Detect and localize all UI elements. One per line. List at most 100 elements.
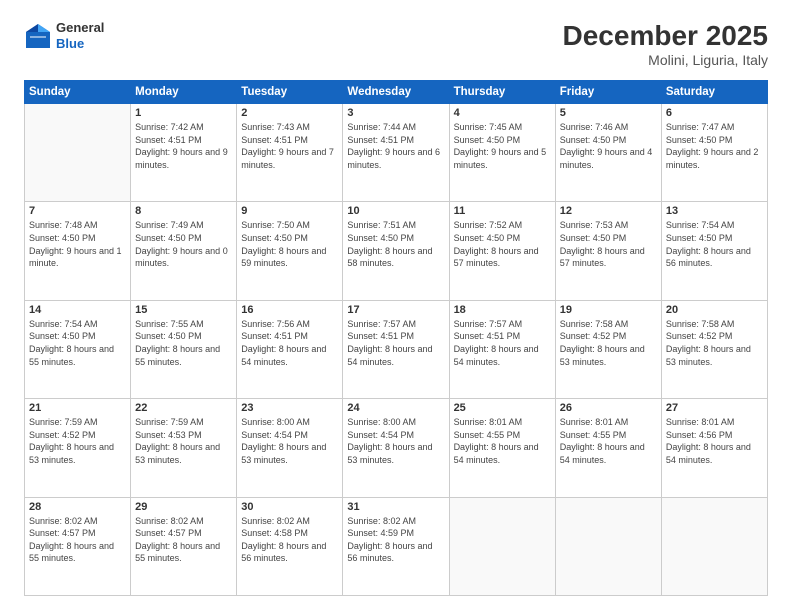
day-info: Sunrise: 7:51 AMSunset: 4:50 PMDaylight:… <box>347 219 444 269</box>
day-number: 26 <box>560 402 657 414</box>
calendar-cell: 27Sunrise: 8:01 AMSunset: 4:56 PMDayligh… <box>661 399 767 497</box>
logo-general: General <box>56 20 104 36</box>
day-info: Sunrise: 7:54 AMSunset: 4:50 PMDaylight:… <box>29 318 126 368</box>
weekday-header-tuesday: Tuesday <box>237 81 343 104</box>
calendar-cell: 1Sunrise: 7:42 AMSunset: 4:51 PMDaylight… <box>131 104 237 202</box>
day-number: 15 <box>135 304 232 316</box>
day-number: 13 <box>666 205 763 217</box>
calendar-cell <box>555 497 661 595</box>
day-info: Sunrise: 7:53 AMSunset: 4:50 PMDaylight:… <box>560 219 657 269</box>
calendar-cell: 7 Sunrise: 7:48 AMSunset: 4:50 PMDaylight… <box>25 202 131 300</box>
calendar-cell <box>661 497 767 595</box>
weekday-header-saturday: Saturday <box>661 81 767 104</box>
day-info: Sunrise: 8:02 AMSunset: 4:57 PMDaylight:… <box>29 515 126 565</box>
calendar-cell: 6Sunrise: 7:47 AMSunset: 4:50 PMDaylight… <box>661 104 767 202</box>
day-number: 3 <box>347 107 444 119</box>
calendar-cell: 3 Sunrise: 7:44 AMSunset: 4:51 PMDaylight… <box>343 104 449 202</box>
calendar-cell: 13 Sunrise: 7:54 AMSunset: 4:50 PMDayligh… <box>661 202 767 300</box>
calendar-cell: 14 Sunrise: 7:54 AMSunset: 4:50 PMDayligh… <box>25 300 131 398</box>
day-number: 11 <box>454 205 551 217</box>
calendar-cell: 19Sunrise: 7:58 AMSunset: 4:52 PMDayligh… <box>555 300 661 398</box>
day-info: Sunrise: 7:58 AMSunset: 4:52 PMDaylight:… <box>666 318 763 368</box>
day-info: Sunrise: 7:49 AMSunset: 4:50 PMDaylight:… <box>135 219 232 269</box>
day-number: 1 <box>135 107 232 119</box>
day-info: Sunrise: 8:00 AMSunset: 4:54 PMDaylight:… <box>241 416 338 466</box>
day-number: 27 <box>666 402 763 414</box>
calendar-cell: 28 Sunrise: 8:02 AMSunset: 4:57 PMDayligh… <box>25 497 131 595</box>
day-number: 29 <box>135 501 232 513</box>
day-info: Sunrise: 7:55 AMSunset: 4:50 PMDaylight:… <box>135 318 232 368</box>
calendar-cell: 23Sunrise: 8:00 AMSunset: 4:54 PMDayligh… <box>237 399 343 497</box>
calendar-cell: 22Sunrise: 7:59 AMSunset: 4:53 PMDayligh… <box>131 399 237 497</box>
calendar-table: SundayMondayTuesdayWednesdayThursdayFrid… <box>24 80 768 596</box>
day-info: Sunrise: 8:02 AMSunset: 4:58 PMDaylight:… <box>241 515 338 565</box>
day-number: 9 <box>241 205 338 217</box>
week-row-3: 14 Sunrise: 7:54 AMSunset: 4:50 PMDayligh… <box>25 300 768 398</box>
calendar-cell: 24Sunrise: 8:00 AMSunset: 4:54 PMDayligh… <box>343 399 449 497</box>
day-info: Sunrise: 8:01 AMSunset: 4:55 PMDaylight:… <box>454 416 551 466</box>
calendar-cell: 9 Sunrise: 7:50 AMSunset: 4:50 PMDaylight… <box>237 202 343 300</box>
calendar-cell: 26 Sunrise: 8:01 AMSunset: 4:55 PMDayligh… <box>555 399 661 497</box>
day-number: 16 <box>241 304 338 316</box>
weekday-header-wednesday: Wednesday <box>343 81 449 104</box>
day-info: Sunrise: 7:45 AMSunset: 4:50 PMDaylight:… <box>454 121 551 171</box>
calendar-cell: 11 Sunrise: 7:52 AMSunset: 4:50 PMDayligh… <box>449 202 555 300</box>
day-number: 10 <box>347 205 444 217</box>
day-number: 24 <box>347 402 444 414</box>
calendar-cell: 31 Sunrise: 8:02 AMSunset: 4:59 PMDayligh… <box>343 497 449 595</box>
day-number: 31 <box>347 501 444 513</box>
day-info: Sunrise: 7:57 AMSunset: 4:51 PMDaylight:… <box>347 318 444 368</box>
day-info: Sunrise: 7:57 AMSunset: 4:51 PMDaylight:… <box>454 318 551 368</box>
calendar-cell: 21Sunrise: 7:59 AMSunset: 4:52 PMDayligh… <box>25 399 131 497</box>
day-info: Sunrise: 7:54 AMSunset: 4:50 PMDaylight:… <box>666 219 763 269</box>
calendar-cell <box>25 104 131 202</box>
day-number: 5 <box>560 107 657 119</box>
day-info: Sunrise: 7:59 AMSunset: 4:52 PMDaylight:… <box>29 416 126 466</box>
calendar-cell: 4Sunrise: 7:45 AMSunset: 4:50 PMDaylight… <box>449 104 555 202</box>
day-number: 18 <box>454 304 551 316</box>
weekday-header-row: SundayMondayTuesdayWednesdayThursdayFrid… <box>25 81 768 104</box>
week-row-5: 28 Sunrise: 8:02 AMSunset: 4:57 PMDayligh… <box>25 497 768 595</box>
location: Molini, Liguria, Italy <box>563 52 768 68</box>
day-number: 25 <box>454 402 551 414</box>
weekday-header-friday: Friday <box>555 81 661 104</box>
calendar-cell: 20Sunrise: 7:58 AMSunset: 4:52 PMDayligh… <box>661 300 767 398</box>
weekday-header-sunday: Sunday <box>25 81 131 104</box>
day-info: Sunrise: 7:50 AMSunset: 4:50 PMDaylight:… <box>241 219 338 269</box>
calendar-cell: 29Sunrise: 8:02 AMSunset: 4:57 PMDayligh… <box>131 497 237 595</box>
day-info: Sunrise: 7:46 AMSunset: 4:50 PMDaylight:… <box>560 121 657 171</box>
day-info: Sunrise: 7:56 AMSunset: 4:51 PMDaylight:… <box>241 318 338 368</box>
calendar-cell: 2 Sunrise: 7:43 AMSunset: 4:51 PMDaylight… <box>237 104 343 202</box>
day-info: Sunrise: 7:43 AMSunset: 4:51 PMDaylight:… <box>241 121 338 171</box>
logo-icon <box>24 22 52 50</box>
week-row-1: 1Sunrise: 7:42 AMSunset: 4:51 PMDaylight… <box>25 104 768 202</box>
calendar-cell: 15 Sunrise: 7:55 AMSunset: 4:50 PMDayligh… <box>131 300 237 398</box>
calendar-cell: 18 Sunrise: 7:57 AMSunset: 4:51 PMDayligh… <box>449 300 555 398</box>
day-number: 22 <box>135 402 232 414</box>
weekday-header-monday: Monday <box>131 81 237 104</box>
day-number: 28 <box>29 501 126 513</box>
week-row-4: 21Sunrise: 7:59 AMSunset: 4:52 PMDayligh… <box>25 399 768 497</box>
day-number: 8 <box>135 205 232 217</box>
day-number: 2 <box>241 107 338 119</box>
week-row-2: 7 Sunrise: 7:48 AMSunset: 4:50 PMDaylight… <box>25 202 768 300</box>
calendar-cell <box>449 497 555 595</box>
day-number: 19 <box>560 304 657 316</box>
calendar-cell: 30Sunrise: 8:02 AMSunset: 4:58 PMDayligh… <box>237 497 343 595</box>
calendar-cell: 16 Sunrise: 7:56 AMSunset: 4:51 PMDayligh… <box>237 300 343 398</box>
day-info: Sunrise: 8:02 AMSunset: 4:59 PMDaylight:… <box>347 515 444 565</box>
calendar-cell: 10 Sunrise: 7:51 AMSunset: 4:50 PMDayligh… <box>343 202 449 300</box>
day-info: Sunrise: 7:47 AMSunset: 4:50 PMDaylight:… <box>666 121 763 171</box>
day-number: 14 <box>29 304 126 316</box>
day-info: Sunrise: 8:01 AMSunset: 4:55 PMDaylight:… <box>560 416 657 466</box>
day-info: Sunrise: 7:48 AMSunset: 4:50 PMDaylight:… <box>29 219 126 269</box>
day-info: Sunrise: 7:52 AMSunset: 4:50 PMDaylight:… <box>454 219 551 269</box>
day-info: Sunrise: 7:44 AMSunset: 4:51 PMDaylight:… <box>347 121 444 171</box>
page: General Blue December 2025 Molini, Ligur… <box>0 0 792 612</box>
header: General Blue December 2025 Molini, Ligur… <box>24 20 768 68</box>
calendar-cell: 17Sunrise: 7:57 AMSunset: 4:51 PMDayligh… <box>343 300 449 398</box>
day-number: 12 <box>560 205 657 217</box>
day-number: 7 <box>29 205 126 217</box>
logo-blue: Blue <box>56 36 104 52</box>
calendar-cell: 8 Sunrise: 7:49 AMSunset: 4:50 PMDaylight… <box>131 202 237 300</box>
